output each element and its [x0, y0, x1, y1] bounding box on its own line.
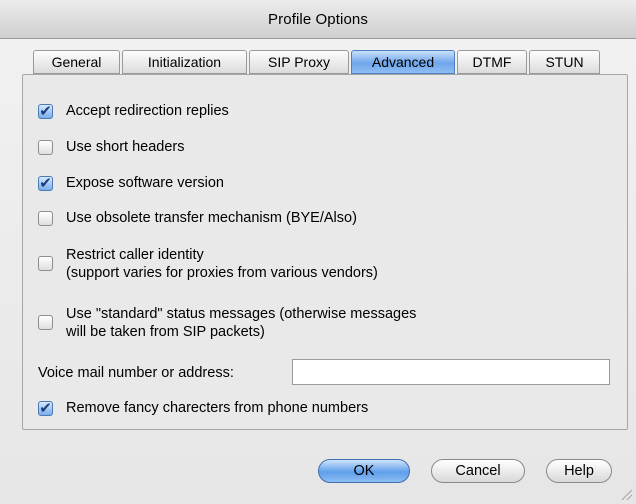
checkbox-expose-version[interactable]: ✔ — [38, 175, 53, 191]
option-label-line2: (support varies for proxies from various… — [66, 265, 378, 281]
option-label-line1: Restrict caller identity — [66, 247, 204, 263]
option-label: Restrict caller identity (support varies… — [66, 246, 378, 282]
voicemail-label: Voice mail number or address: — [38, 365, 234, 381]
resize-grip-icon[interactable] — [622, 490, 632, 500]
option-label-line1: Use "standard" status messages (otherwis… — [66, 306, 417, 322]
checkbox-short-headers[interactable] — [38, 139, 53, 155]
checkbox-standard-status-messages[interactable] — [38, 315, 53, 330]
option-label: Use "standard" status messages (otherwis… — [66, 305, 416, 341]
option-expose-version[interactable]: ✔ Expose software version — [38, 174, 224, 192]
option-label-line2: will be taken from SIP packets) — [66, 324, 265, 340]
tab-advanced[interactable]: Advanced — [351, 50, 455, 74]
option-standard-status-messages[interactable]: Use "standard" status messages (otherwis… — [38, 305, 416, 341]
tab-stun[interactable]: STUN — [529, 50, 600, 74]
title-bar[interactable]: Profile Options — [0, 0, 636, 39]
tab-dtmf[interactable]: DTMF — [457, 50, 527, 74]
option-short-headers[interactable]: Use short headers — [38, 138, 184, 156]
option-label: Use short headers — [66, 139, 185, 155]
checkbox-remove-fancy-characters[interactable]: ✔ — [38, 400, 53, 416]
option-remove-fancy-characters[interactable]: ✔ Remove fancy charecters from phone num… — [38, 399, 368, 417]
help-button[interactable]: Help — [546, 459, 612, 483]
checkbox-restrict-caller-identity[interactable] — [38, 256, 53, 271]
tab-initialization[interactable]: Initialization — [122, 50, 247, 74]
checkbox-obsolete-transfer[interactable] — [38, 210, 53, 226]
option-obsolete-transfer[interactable]: Use obsolete transfer mechanism (BYE/Als… — [38, 209, 357, 227]
tab-general[interactable]: General — [33, 50, 120, 74]
option-accept-redirection[interactable]: ✔ Accept redirection replies — [38, 102, 229, 120]
window-title: Profile Options — [268, 10, 368, 28]
option-restrict-caller-identity[interactable]: Restrict caller identity (support varies… — [38, 246, 378, 282]
option-label: Accept redirection replies — [66, 103, 229, 119]
option-label: Remove fancy charecters from phone numbe… — [66, 400, 369, 416]
tab-bar: General Initialization SIP Proxy Advance… — [33, 50, 600, 74]
profile-options-window: Profile Options General Initialization S… — [0, 0, 636, 504]
cancel-button[interactable]: Cancel — [431, 459, 525, 483]
option-label: Use obsolete transfer mechanism (BYE/Als… — [66, 210, 357, 226]
checkbox-accept-redirection[interactable]: ✔ — [38, 103, 53, 119]
ok-button[interactable]: OK — [318, 459, 410, 483]
voicemail-input[interactable] — [292, 359, 610, 385]
option-label: Expose software version — [66, 175, 224, 191]
tab-sip-proxy[interactable]: SIP Proxy — [249, 50, 349, 74]
